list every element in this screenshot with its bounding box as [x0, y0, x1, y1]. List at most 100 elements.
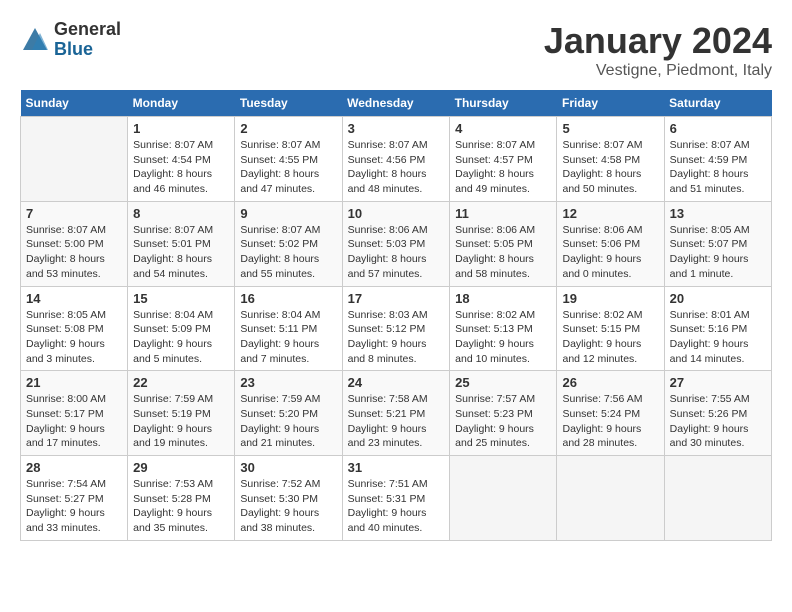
calendar-cell: [21, 117, 128, 202]
day-info: Sunrise: 8:06 AM Sunset: 5:03 PM Dayligh…: [348, 223, 445, 282]
logo-blue-text: Blue: [54, 40, 121, 60]
day-number: 3: [348, 121, 445, 136]
day-info: Sunrise: 8:07 AM Sunset: 4:58 PM Dayligh…: [562, 138, 658, 197]
calendar-cell: 20 Sunrise: 8:01 AM Sunset: 5:16 PM Dayli…: [664, 286, 771, 371]
day-info: Sunrise: 7:59 AM Sunset: 5:20 PM Dayligh…: [240, 392, 336, 451]
day-info: Sunrise: 8:07 AM Sunset: 4:55 PM Dayligh…: [240, 138, 336, 197]
calendar-cell: 19Sunrise: 8:02 AM Sunset: 5:15 PM Dayli…: [557, 286, 664, 371]
calendar-week-row: 28 Sunrise: 7:54 AM Sunset: 5:27 PM Dayli…: [21, 456, 772, 541]
day-number: 14: [26, 291, 122, 306]
calendar-cell: 3 Sunrise: 8:07 AM Sunset: 4:56 PM Daylig…: [342, 117, 450, 202]
column-header-monday: Monday: [128, 90, 235, 117]
day-number: 11: [455, 206, 551, 221]
column-header-sunday: Sunday: [21, 90, 128, 117]
day-number: 1: [133, 121, 229, 136]
calendar-cell: 11 Sunrise: 8:06 AM Sunset: 5:05 PM Dayli…: [450, 201, 557, 286]
day-info: Sunrise: 8:00 AM Sunset: 5:17 PM Dayligh…: [26, 392, 122, 451]
day-number: 4: [455, 121, 551, 136]
day-number: 12: [562, 206, 658, 221]
column-header-tuesday: Tuesday: [235, 90, 342, 117]
logo-icon: [20, 25, 50, 55]
calendar-cell: 8 Sunrise: 8:07 AM Sunset: 5:01 PM Daylig…: [128, 201, 235, 286]
day-number: 6: [670, 121, 766, 136]
day-number: 2: [240, 121, 336, 136]
calendar-cell: 30 Sunrise: 7:52 AM Sunset: 5:30 PM Dayli…: [235, 456, 342, 541]
calendar-cell: 29Sunrise: 7:53 AM Sunset: 5:28 PM Dayli…: [128, 456, 235, 541]
calendar-cell: [450, 456, 557, 541]
title-block: January 2024 Vestigne, Piedmont, Italy: [544, 20, 772, 80]
day-info: Sunrise: 8:07 AM Sunset: 4:56 PM Dayligh…: [348, 138, 445, 197]
day-info: Sunrise: 7:57 AM Sunset: 5:23 PM Dayligh…: [455, 392, 551, 451]
calendar-cell: 21 Sunrise: 8:00 AM Sunset: 5:17 PM Dayli…: [21, 371, 128, 456]
month-title: January 2024: [544, 20, 772, 62]
calendar-cell: [664, 456, 771, 541]
day-info: Sunrise: 8:07 AM Sunset: 4:59 PM Dayligh…: [670, 138, 766, 197]
location-subtitle: Vestigne, Piedmont, Italy: [544, 62, 772, 80]
day-info: Sunrise: 8:06 AM Sunset: 5:06 PM Dayligh…: [562, 223, 658, 282]
calendar-cell: 28 Sunrise: 7:54 AM Sunset: 5:27 PM Dayli…: [21, 456, 128, 541]
day-info: Sunrise: 7:58 AM Sunset: 5:21 PM Dayligh…: [348, 392, 445, 451]
calendar-cell: 17Sunrise: 8:03 AM Sunset: 5:12 PM Dayli…: [342, 286, 450, 371]
calendar-cell: 5Sunrise: 8:07 AM Sunset: 4:58 PM Daylig…: [557, 117, 664, 202]
calendar-cell: 16Sunrise: 8:04 AM Sunset: 5:11 PM Dayli…: [235, 286, 342, 371]
day-number: 13: [670, 206, 766, 221]
calendar-header-row: SundayMondayTuesdayWednesdayThursdayFrid…: [21, 90, 772, 117]
day-number: 28: [26, 460, 122, 475]
calendar-table: SundayMondayTuesdayWednesdayThursdayFrid…: [20, 90, 772, 541]
calendar-cell: 2 Sunrise: 8:07 AM Sunset: 4:55 PM Daylig…: [235, 117, 342, 202]
calendar-cell: 9 Sunrise: 8:07 AM Sunset: 5:02 PM Daylig…: [235, 201, 342, 286]
calendar-cell: 14 Sunrise: 8:05 AM Sunset: 5:08 PM Dayli…: [21, 286, 128, 371]
day-number: 31: [348, 460, 445, 475]
day-number: 25: [455, 375, 551, 390]
calendar-cell: 4 Sunrise: 8:07 AM Sunset: 4:57 PM Daylig…: [450, 117, 557, 202]
calendar-cell: 25 Sunrise: 7:57 AM Sunset: 5:23 PM Dayli…: [450, 371, 557, 456]
calendar-cell: 22Sunrise: 7:59 AM Sunset: 5:19 PM Dayli…: [128, 371, 235, 456]
calendar-cell: 23 Sunrise: 7:59 AM Sunset: 5:20 PM Dayli…: [235, 371, 342, 456]
calendar-cell: [557, 456, 664, 541]
day-info: Sunrise: 7:52 AM Sunset: 5:30 PM Dayligh…: [240, 477, 336, 536]
day-number: 9: [240, 206, 336, 221]
column-header-thursday: Thursday: [450, 90, 557, 117]
calendar-cell: 24 Sunrise: 7:58 AM Sunset: 5:21 PM Dayli…: [342, 371, 450, 456]
day-number: 7: [26, 206, 122, 221]
day-number: 8: [133, 206, 229, 221]
calendar-cell: 18 Sunrise: 8:02 AM Sunset: 5:13 PM Dayli…: [450, 286, 557, 371]
calendar-cell: 26 Sunrise: 7:56 AM Sunset: 5:24 PM Dayli…: [557, 371, 664, 456]
calendar-cell: 31 Sunrise: 7:51 AM Sunset: 5:31 PM Dayli…: [342, 456, 450, 541]
day-info: Sunrise: 8:07 AM Sunset: 5:02 PM Dayligh…: [240, 223, 336, 282]
day-info: Sunrise: 8:05 AM Sunset: 5:08 PM Dayligh…: [26, 308, 122, 367]
day-number: 19: [562, 291, 658, 306]
day-info: Sunrise: 7:51 AM Sunset: 5:31 PM Dayligh…: [348, 477, 445, 536]
day-info: Sunrise: 8:01 AM Sunset: 5:16 PM Dayligh…: [670, 308, 766, 367]
day-number: 30: [240, 460, 336, 475]
day-number: 29: [133, 460, 229, 475]
column-header-saturday: Saturday: [664, 90, 771, 117]
day-info: Sunrise: 8:07 AM Sunset: 5:01 PM Dayligh…: [133, 223, 229, 282]
day-info: Sunrise: 8:07 AM Sunset: 4:54 PM Dayligh…: [133, 138, 229, 197]
day-info: Sunrise: 8:07 AM Sunset: 4:57 PM Dayligh…: [455, 138, 551, 197]
day-info: Sunrise: 8:04 AM Sunset: 5:09 PM Dayligh…: [133, 308, 229, 367]
calendar-cell: 15Sunrise: 8:04 AM Sunset: 5:09 PM Dayli…: [128, 286, 235, 371]
day-info: Sunrise: 7:54 AM Sunset: 5:27 PM Dayligh…: [26, 477, 122, 536]
day-info: Sunrise: 8:02 AM Sunset: 5:13 PM Dayligh…: [455, 308, 551, 367]
day-info: Sunrise: 8:07 AM Sunset: 5:00 PM Dayligh…: [26, 223, 122, 282]
day-number: 24: [348, 375, 445, 390]
calendar-cell: 7 Sunrise: 8:07 AM Sunset: 5:00 PM Daylig…: [21, 201, 128, 286]
day-number: 22: [133, 375, 229, 390]
day-number: 23: [240, 375, 336, 390]
day-number: 18: [455, 291, 551, 306]
day-info: Sunrise: 8:06 AM Sunset: 5:05 PM Dayligh…: [455, 223, 551, 282]
calendar-cell: 6 Sunrise: 8:07 AM Sunset: 4:59 PM Daylig…: [664, 117, 771, 202]
day-number: 20: [670, 291, 766, 306]
day-number: 27: [670, 375, 766, 390]
calendar-week-row: 21 Sunrise: 8:00 AM Sunset: 5:17 PM Dayli…: [21, 371, 772, 456]
day-info: Sunrise: 8:05 AM Sunset: 5:07 PM Dayligh…: [670, 223, 766, 282]
day-number: 26: [562, 375, 658, 390]
day-number: 10: [348, 206, 445, 221]
day-info: Sunrise: 7:56 AM Sunset: 5:24 PM Dayligh…: [562, 392, 658, 451]
calendar-week-row: 14 Sunrise: 8:05 AM Sunset: 5:08 PM Dayli…: [21, 286, 772, 371]
day-number: 21: [26, 375, 122, 390]
calendar-cell: 13 Sunrise: 8:05 AM Sunset: 5:07 PM Dayli…: [664, 201, 771, 286]
day-number: 16: [240, 291, 336, 306]
day-info: Sunrise: 8:03 AM Sunset: 5:12 PM Dayligh…: [348, 308, 445, 367]
